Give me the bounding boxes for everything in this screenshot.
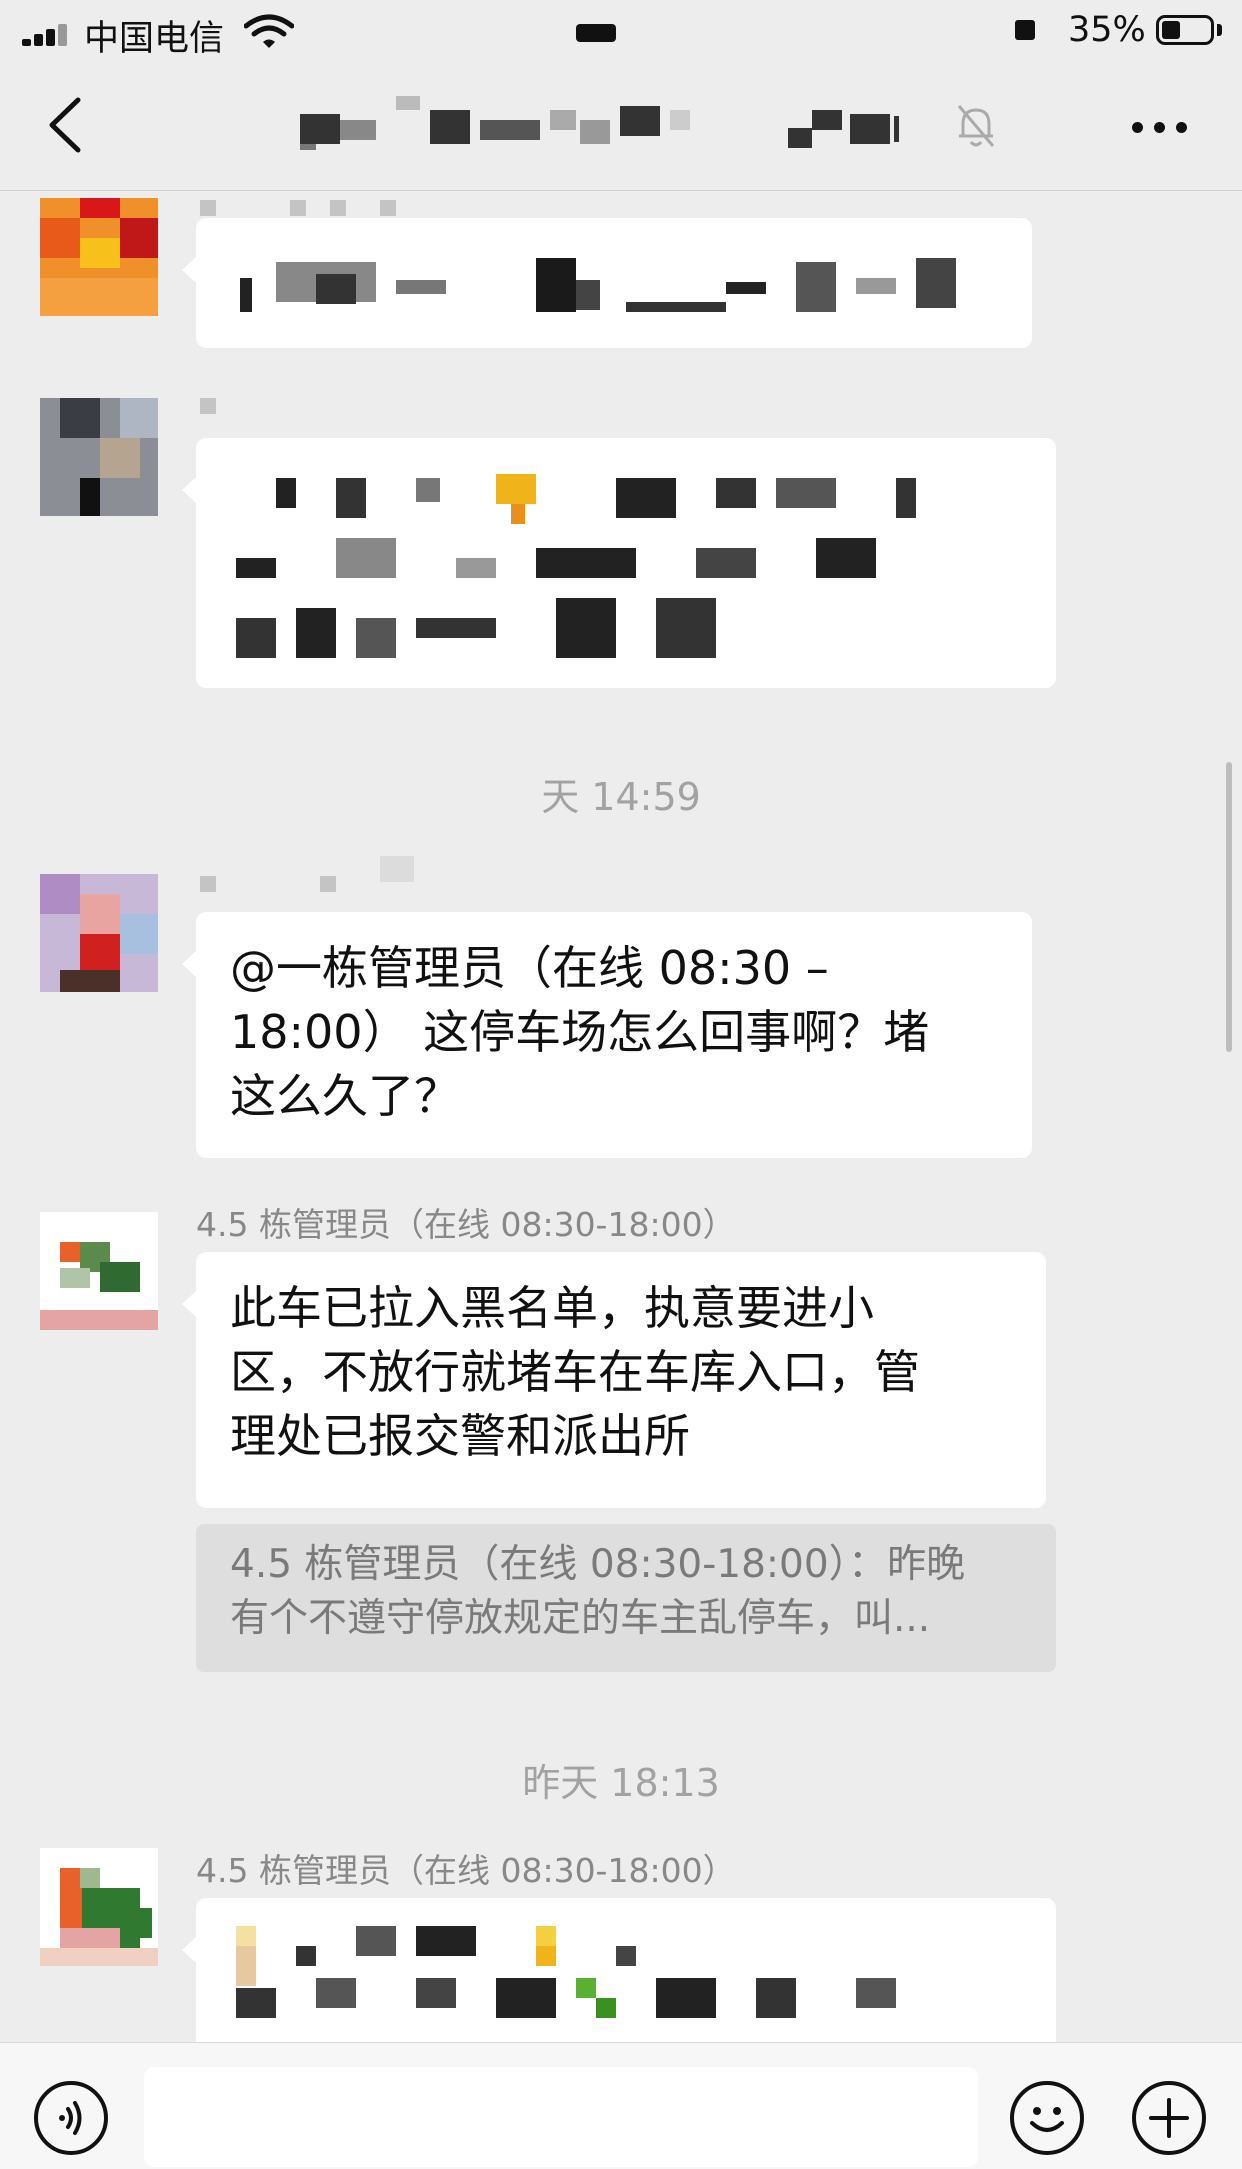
message-text: 此车已拉入黑名单，执意要进小 区，不放行就堵车在车库入口，管 理处已报交警和派出… bbox=[230, 1281, 920, 1463]
plus-icon[interactable] bbox=[1132, 2081, 1206, 2155]
quoted-message[interactable]: 4.5 栋管理员（在线 08:30-18:00）：昨晚 有个不遵守停放规定的车主… bbox=[196, 1524, 1056, 1672]
message-bubble[interactable]: 此车已拉入黑名单，执意要进小 区，不放行就堵车在车库入口，管 理处已报交警和派出… bbox=[182, 1252, 1046, 1508]
more-options-icon[interactable] bbox=[1128, 106, 1192, 146]
sender-name-obscured bbox=[290, 200, 306, 216]
chat-header bbox=[0, 62, 1242, 191]
input-bar bbox=[0, 2042, 1242, 2169]
voice-icon[interactable] bbox=[34, 2081, 108, 2155]
avatar[interactable] bbox=[40, 198, 158, 316]
sender-name-obscured bbox=[320, 876, 336, 892]
back-arrow-icon[interactable] bbox=[40, 92, 100, 158]
timestamp-separator: 天 14:59 bbox=[541, 775, 701, 819]
battery-icon bbox=[1156, 15, 1214, 45]
message-bubble-obscured[interactable] bbox=[182, 438, 1056, 688]
sender-name-obscured bbox=[380, 856, 414, 882]
emoji-icon[interactable] bbox=[1010, 2081, 1084, 2155]
battery-tip bbox=[1217, 24, 1222, 36]
avatar[interactable] bbox=[40, 398, 158, 516]
message-bubble-obscured[interactable] bbox=[182, 218, 1032, 348]
wifi-icon bbox=[244, 14, 294, 48]
sender-name: 4.5 栋管理员（在线 08:30-18:00） bbox=[196, 1205, 736, 1244]
signal-strength-icon bbox=[22, 24, 78, 46]
battery-percentage: 35% bbox=[1068, 10, 1146, 50]
status-bar: 中国电信 35% bbox=[0, 0, 1242, 62]
message-bubble[interactable]: @一栋管理员（在线 08:30 – 18:00） 这停车场怎么回事啊？堵 这么久… bbox=[182, 912, 1032, 1158]
timestamp-separator: 昨天 18:13 bbox=[522, 1761, 720, 1805]
scrollbar[interactable] bbox=[1226, 762, 1232, 1052]
orientation-lock-icon bbox=[1015, 20, 1035, 40]
message-input[interactable] bbox=[144, 2067, 978, 2167]
avatar[interactable] bbox=[40, 1848, 158, 1966]
clock-obscured bbox=[576, 24, 616, 42]
message-text: @一栋管理员（在线 08:30 – 18:00） 这停车场怎么回事啊？堵 这么久… bbox=[230, 941, 930, 1123]
sender-name-obscured bbox=[200, 398, 216, 414]
avatar[interactable] bbox=[40, 874, 158, 992]
sender-name-obscured bbox=[200, 200, 216, 216]
avatar[interactable] bbox=[40, 1212, 158, 1330]
sender-name-obscured bbox=[330, 200, 346, 216]
carrier-name: 中国电信 bbox=[84, 19, 225, 59]
chat-title-obscured bbox=[300, 96, 900, 156]
quoted-message-text: 4.5 栋管理员（在线 08:30-18:00）：昨晚 有个不遵守停放规定的车主… bbox=[230, 1542, 966, 1641]
mute-bell-icon bbox=[957, 105, 995, 147]
sender-name-obscured bbox=[380, 200, 396, 216]
sender-name-obscured bbox=[200, 876, 216, 892]
sender-name: 4.5 栋管理员（在线 08:30-18:00） bbox=[196, 1851, 736, 1890]
